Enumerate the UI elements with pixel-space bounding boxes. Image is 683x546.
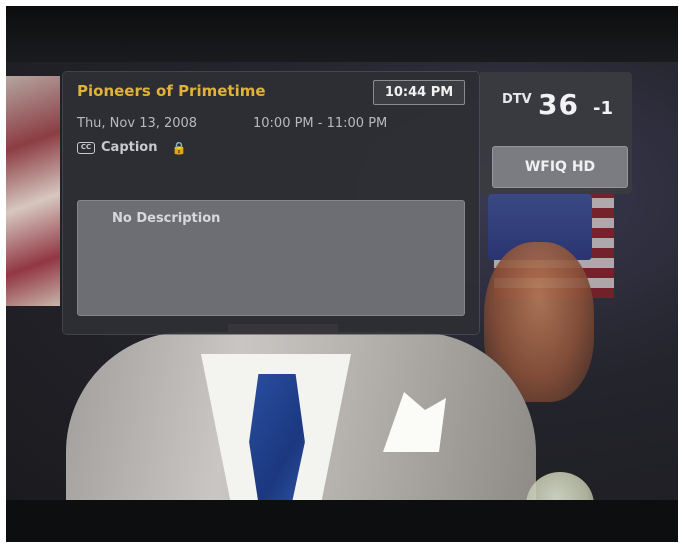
time-range: 10:00 PM - 11:00 PM (253, 116, 388, 131)
channel-type: DTV (502, 92, 532, 107)
background-poster (6, 76, 60, 306)
current-time: 10:44 PM (373, 80, 465, 105)
letterbox-top (6, 6, 678, 62)
program-title: Pioneers of Primetime (77, 82, 266, 100)
station-watermark-icon (526, 472, 594, 500)
letterbox-bottom (6, 500, 678, 542)
channel-subchannel: -1 (593, 98, 613, 119)
channel-number: 36 (538, 88, 579, 121)
air-date: Thu, Nov 13, 2008 (77, 116, 198, 131)
tv-screen: Pioneers of Primetime 10:44 PM Thu, Nov … (6, 6, 678, 542)
closed-caption-icon: CC (77, 141, 95, 154)
description-box: No Description (77, 200, 465, 316)
description-text: No Description (112, 211, 221, 226)
caption-label: Caption (101, 140, 158, 155)
rating-lock-icon: 🔒 (171, 140, 187, 155)
program-info-panel: Pioneers of Primetime 10:44 PM Thu, Nov … (63, 72, 479, 334)
caption-row: CC Caption 🔒 (77, 140, 186, 155)
channel-panel: DTV 36 -1 WFIQ HD (480, 72, 632, 194)
station-name: WFIQ HD (492, 146, 628, 188)
